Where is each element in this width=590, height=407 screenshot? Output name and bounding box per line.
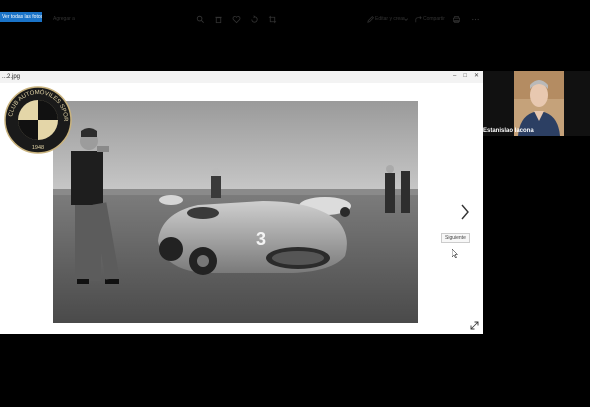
race-car-photo: 3 — [53, 101, 418, 323]
mouse-cursor-icon — [452, 249, 458, 258]
minimize-button[interactable]: – — [453, 71, 456, 82]
maximize-button[interactable]: □ — [463, 71, 467, 82]
club-logo: CLUB AUTOMÓVILES SPORT 1948 — [4, 86, 72, 154]
next-tooltip: Siguiente — [441, 233, 470, 243]
car-number: 3 — [256, 229, 266, 249]
share-icon[interactable] — [414, 15, 423, 24]
next-arrow-icon[interactable] — [458, 202, 472, 222]
displayed-photo: 3 — [53, 101, 418, 323]
chevron-down-icon[interactable] — [403, 15, 409, 24]
delete-icon[interactable] — [214, 15, 223, 24]
participant-name: Estanislao Iacona — [483, 128, 534, 134]
zoom-icon[interactable] — [196, 15, 205, 24]
more-options-icon[interactable] — [471, 15, 480, 24]
edit-icon[interactable] — [366, 15, 375, 24]
view-all-photos-button[interactable]: Ver todas las fotos — [0, 12, 42, 22]
edit-create-button[interactable]: Editar y crear — [375, 15, 405, 24]
crop-icon[interactable] — [268, 15, 277, 24]
window-title: ...2.jpg — [2, 74, 21, 80]
fullscreen-icon[interactable] — [470, 321, 479, 330]
heart-icon[interactable] — [232, 15, 241, 24]
print-icon[interactable] — [452, 15, 461, 24]
window-controls: – □ ✕ — [453, 71, 479, 82]
add-to-button[interactable]: Agregar a — [53, 16, 75, 22]
person-video-frame — [514, 71, 564, 136]
logo-year: 1948 — [32, 145, 44, 151]
participant-video — [514, 71, 564, 136]
close-button[interactable]: ✕ — [474, 71, 479, 82]
toolbar — [0, 83, 483, 99]
rotate-icon[interactable] — [250, 15, 259, 24]
title-bar: ...2.jpg – □ ✕ — [0, 71, 483, 83]
share-button[interactable]: Compartir — [423, 15, 445, 24]
